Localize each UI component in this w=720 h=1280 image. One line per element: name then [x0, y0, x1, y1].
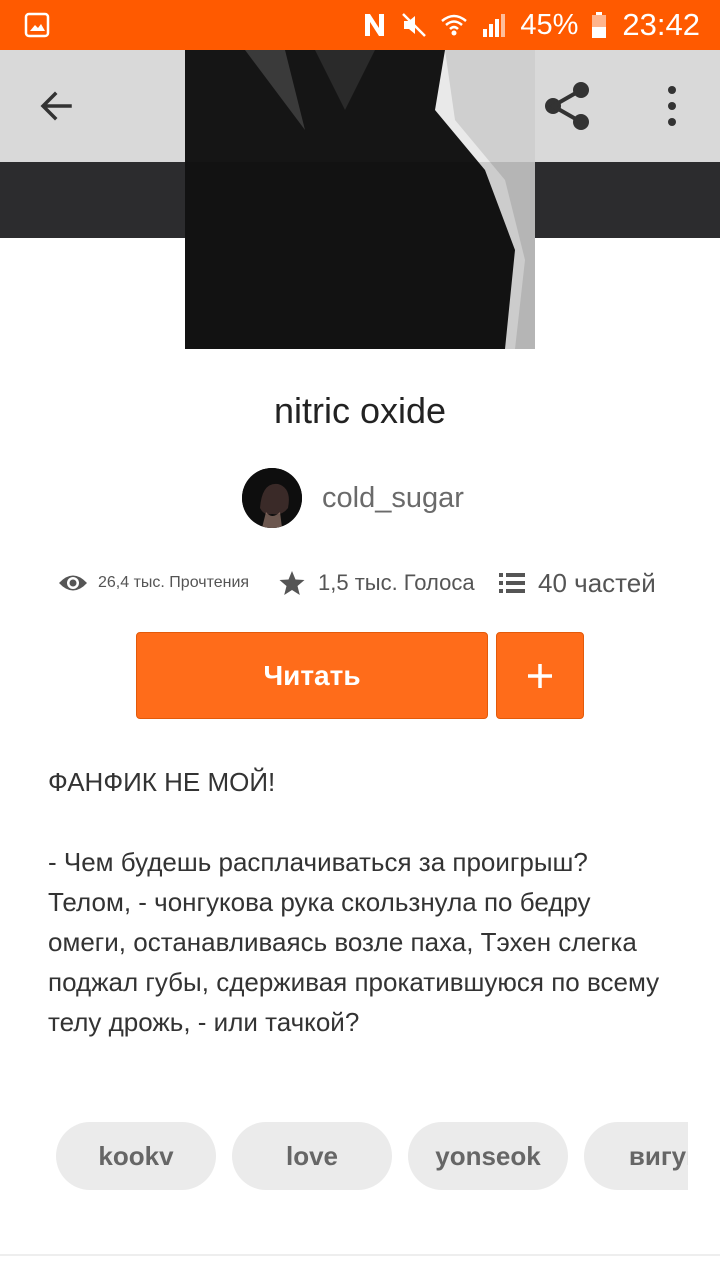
story-description: ФАНФИК НЕ МОЙ! - Чем будешь расплачивать…	[48, 762, 668, 1042]
reads-stat: 26,4 тыс. Прочтения	[58, 562, 249, 604]
clock: 23:42	[622, 7, 700, 42]
read-button[interactable]: Читать	[136, 632, 488, 719]
share-icon	[545, 82, 589, 130]
votes-label: 1,5 тыс. Голоса	[318, 570, 475, 595]
author-avatar[interactable]	[242, 468, 302, 528]
back-button[interactable]	[26, 76, 86, 136]
status-bar: 45% 23:42	[0, 0, 720, 50]
tag-chip[interactable]: love	[232, 1122, 392, 1190]
signal-icon	[483, 14, 506, 37]
author-link[interactable]: cold_sugar	[242, 467, 464, 529]
wifi-icon	[441, 14, 468, 36]
tag-chip[interactable]: kookv	[56, 1122, 216, 1190]
story-cover-image	[185, 50, 535, 349]
mute-icon	[402, 13, 427, 37]
arrow-left-icon	[40, 91, 72, 121]
parts-label: 40 частей	[538, 567, 656, 598]
battery-icon	[592, 12, 607, 38]
votes-stat: 1,5 тыс. Голоса	[278, 562, 475, 604]
battery-percent: 45%	[520, 8, 579, 41]
reads-label: 26,4 тыс. Прочтения	[98, 574, 250, 591]
more-options-button[interactable]	[642, 76, 702, 136]
tag-chip[interactable]: yonseok	[408, 1122, 568, 1190]
n-icon	[365, 14, 385, 36]
list-icon	[499, 573, 525, 593]
add-to-library-button[interactable]	[496, 632, 584, 719]
plus-icon	[528, 663, 552, 688]
eye-icon	[59, 575, 87, 591]
parts-stat: 40 частей	[498, 562, 656, 604]
gallery-icon	[24, 12, 50, 38]
story-title: nitric oxide	[273, 390, 447, 431]
tag-chip[interactable]: вигук	[584, 1122, 688, 1190]
divider	[0, 1254, 720, 1256]
description-paragraph: ФАНФИК НЕ МОЙ!	[48, 767, 276, 797]
more-vert-icon	[668, 86, 676, 126]
story-stats: 26,4 тыс. Прочтения 1,5 тыс. Голоса 40 ч…	[58, 562, 678, 604]
share-button[interactable]	[537, 76, 597, 136]
star-icon	[279, 571, 305, 595]
description-paragraph: - Чем будешь расплачиваться за проигрыш?…	[48, 847, 660, 1037]
tags-list[interactable]: kookv love yonseok вигук	[56, 1122, 688, 1190]
author-name[interactable]: cold_sugar	[322, 482, 464, 515]
